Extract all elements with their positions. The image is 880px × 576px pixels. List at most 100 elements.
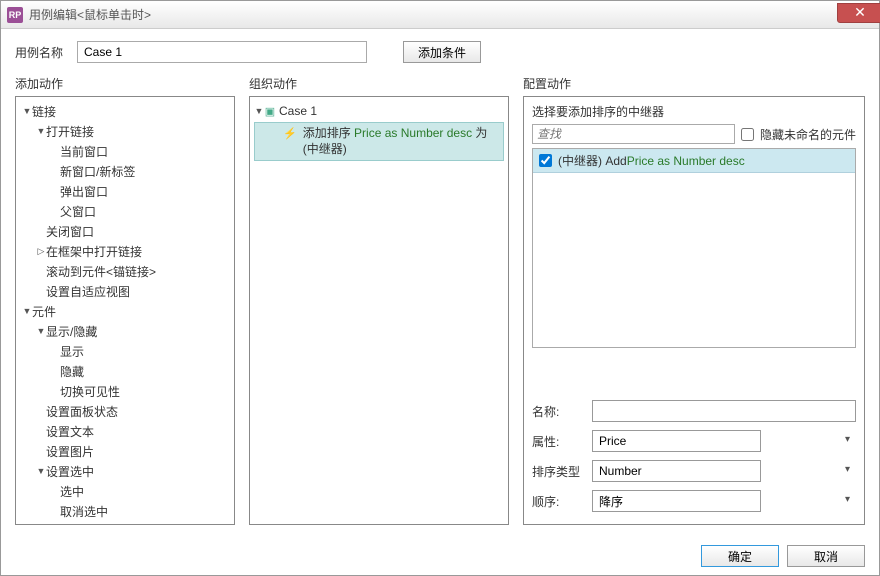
- search-input[interactable]: [532, 124, 735, 144]
- org-action-expr: Price as Number desc: [354, 126, 472, 140]
- tree-item[interactable]: 取消选中: [18, 501, 232, 521]
- configure-body: 选择要添加排序的中继器 隐藏未命名的元件 (中继器) Add P: [524, 97, 864, 388]
- titlebar: RP 用例编辑<鼠标单击时> ✕: [1, 1, 879, 29]
- organize-tree: ▣ Case 1 ⚡ 添加排序 Price as Number desc 为 (…: [250, 97, 508, 165]
- hide-unnamed-checkbox[interactable]: [741, 128, 754, 141]
- tree-item[interactable]: 父窗口: [18, 201, 232, 221]
- tree-item-label: 设置文本: [46, 423, 94, 440]
- chevron-down-icon: [36, 326, 46, 336]
- tree-item[interactable]: 当前窗口: [18, 141, 232, 161]
- tree-item[interactable]: 设置选中: [18, 461, 232, 481]
- attr-select[interactable]: [592, 430, 761, 452]
- sort-type-select[interactable]: [592, 460, 761, 482]
- chevron-down-icon: [22, 306, 32, 316]
- tree-item-label: 显示/隐藏: [46, 323, 97, 340]
- item-checkbox[interactable]: [539, 154, 552, 167]
- name-row: 名称:: [532, 396, 856, 426]
- tree-item-label: 元件: [32, 303, 56, 320]
- chevron-right-icon: [36, 246, 46, 257]
- tree-item-label: 切换可见性: [60, 383, 120, 400]
- configure-form: 名称: 属性: 排序类型: [524, 388, 864, 524]
- organize-action-column: 组织动作 ▣ Case 1 ⚡ 添加排序 Price as Number des…: [249, 75, 509, 525]
- attr-label: 属性:: [532, 433, 592, 450]
- tree-item-label: 链接: [32, 103, 56, 120]
- tree-item[interactable]: 设置文本: [18, 421, 232, 441]
- tree-item[interactable]: 显示: [18, 341, 232, 361]
- case-name-row: 用例名称 添加条件: [15, 41, 865, 63]
- tree-item[interactable]: 滚动到元件<锚链接>: [18, 261, 232, 281]
- content-area: 用例名称 添加条件 添加动作 链接打开链接当前窗口新窗口/新标签弹出窗口父窗口关…: [1, 29, 879, 537]
- sort-type-label: 排序类型: [532, 463, 592, 480]
- close-icon: ✕: [854, 4, 866, 21]
- attr-dd-wrap: [592, 430, 856, 452]
- tree-item-label: 当前窗口: [60, 143, 108, 160]
- configure-action-column: 配置动作 选择要添加排序的中继器 隐藏未命名的元件: [523, 75, 865, 525]
- tree-item[interactable]: 在框架中打开链接: [18, 241, 232, 261]
- tree-item-label: 设置选中: [46, 463, 94, 480]
- name-label: 名称:: [532, 403, 592, 420]
- tree-item-label: 在框架中打开链接: [46, 243, 142, 260]
- tree-item-label: 设置自适应视图: [46, 283, 130, 300]
- configure-top: 选择要添加排序的中继器 隐藏未命名的元件 (中继器) Add P: [524, 97, 864, 354]
- tree-item[interactable]: 弹出窗口: [18, 181, 232, 201]
- tree-item-label: 弹出窗口: [60, 183, 108, 200]
- search-row: 隐藏未命名的元件: [532, 124, 856, 144]
- order-row: 顺序:: [532, 486, 856, 516]
- app-icon: RP: [7, 7, 23, 23]
- tree-item[interactable]: 显示/隐藏: [18, 321, 232, 341]
- item-prefix: (中继器) Add: [558, 152, 627, 169]
- sort-type-dd-wrap: [592, 460, 856, 482]
- tree-item[interactable]: 选中: [18, 481, 232, 501]
- tree-item-label: 显示: [60, 343, 84, 360]
- select-repeater-label: 选择要添加排序的中继器: [532, 103, 856, 120]
- tree-item-label: 新窗口/新标签: [60, 163, 135, 180]
- tree-item[interactable]: 元件: [18, 301, 232, 321]
- tree-item[interactable]: 隐藏: [18, 361, 232, 381]
- tree-item-label: 设置面板状态: [46, 403, 118, 420]
- item-expr: Price as Number desc: [627, 154, 745, 168]
- case-icon: ▣: [264, 105, 276, 117]
- repeater-list: (中继器) Add Price as Number desc: [532, 148, 856, 348]
- org-case-label: Case 1: [279, 104, 317, 118]
- org-action-text: 添加排序 Price as Number desc 为 (中继器): [303, 126, 499, 157]
- close-button[interactable]: ✕: [837, 3, 880, 23]
- configure-panel: 选择要添加排序的中继器 隐藏未命名的元件 (中继器) Add P: [523, 96, 865, 525]
- order-select[interactable]: [592, 490, 761, 512]
- tree-item[interactable]: 切换可见性: [18, 381, 232, 401]
- ok-button[interactable]: 确定: [701, 545, 779, 567]
- org-action-prefix: 添加排序: [303, 126, 354, 140]
- case-name-input[interactable]: [77, 41, 367, 63]
- lightning-icon: ⚡: [283, 127, 297, 140]
- action-tree: 链接打开链接当前窗口新窗口/新标签弹出窗口父窗口关闭窗口在框架中打开链接滚动到元…: [16, 97, 234, 525]
- tree-item[interactable]: 链接: [18, 101, 232, 121]
- columns: 添加动作 链接打开链接当前窗口新窗口/新标签弹出窗口父窗口关闭窗口在框架中打开链…: [15, 75, 865, 525]
- add-action-header: 添加动作: [15, 75, 235, 92]
- case-name-label: 用例名称: [15, 44, 69, 61]
- attr-row: 属性:: [532, 426, 856, 456]
- chevron-down-icon: [22, 106, 32, 116]
- footer: 确定 取消: [1, 537, 879, 575]
- add-action-column: 添加动作 链接打开链接当前窗口新窗口/新标签弹出窗口父窗口关闭窗口在框架中打开链…: [15, 75, 235, 525]
- tree-item[interactable]: 设置自适应视图: [18, 281, 232, 301]
- tree-item-label: 选中: [60, 483, 84, 500]
- tree-item-label: 滚动到元件<锚链接>: [46, 263, 156, 280]
- window-title: 用例编辑<鼠标单击时>: [29, 6, 837, 23]
- hide-unnamed-label: 隐藏未命名的元件: [760, 126, 856, 143]
- tree-item[interactable]: 打开链接: [18, 121, 232, 141]
- tree-item[interactable]: 设置图片: [18, 441, 232, 461]
- list-item[interactable]: (中继器) Add Price as Number desc: [533, 149, 855, 173]
- name-field[interactable]: [592, 400, 856, 422]
- chevron-down-icon: [254, 106, 264, 116]
- tree-item-label: 取消选中: [60, 503, 108, 520]
- tree-item-label: 打开链接: [46, 123, 94, 140]
- tree-item[interactable]: 关闭窗口: [18, 221, 232, 241]
- tree-item[interactable]: 设置面板状态: [18, 401, 232, 421]
- cancel-button[interactable]: 取消: [787, 545, 865, 567]
- tree-item[interactable]: 新窗口/新标签: [18, 161, 232, 181]
- add-condition-button[interactable]: 添加条件: [403, 41, 481, 63]
- org-action-row[interactable]: ⚡ 添加排序 Price as Number desc 为 (中继器): [254, 122, 504, 161]
- tree-item-label: 关闭窗口: [46, 223, 94, 240]
- org-case-row[interactable]: ▣ Case 1: [254, 101, 504, 121]
- action-tree-panel: 链接打开链接当前窗口新窗口/新标签弹出窗口父窗口关闭窗口在框架中打开链接滚动到元…: [15, 96, 235, 525]
- organize-panel: ▣ Case 1 ⚡ 添加排序 Price as Number desc 为 (…: [249, 96, 509, 525]
